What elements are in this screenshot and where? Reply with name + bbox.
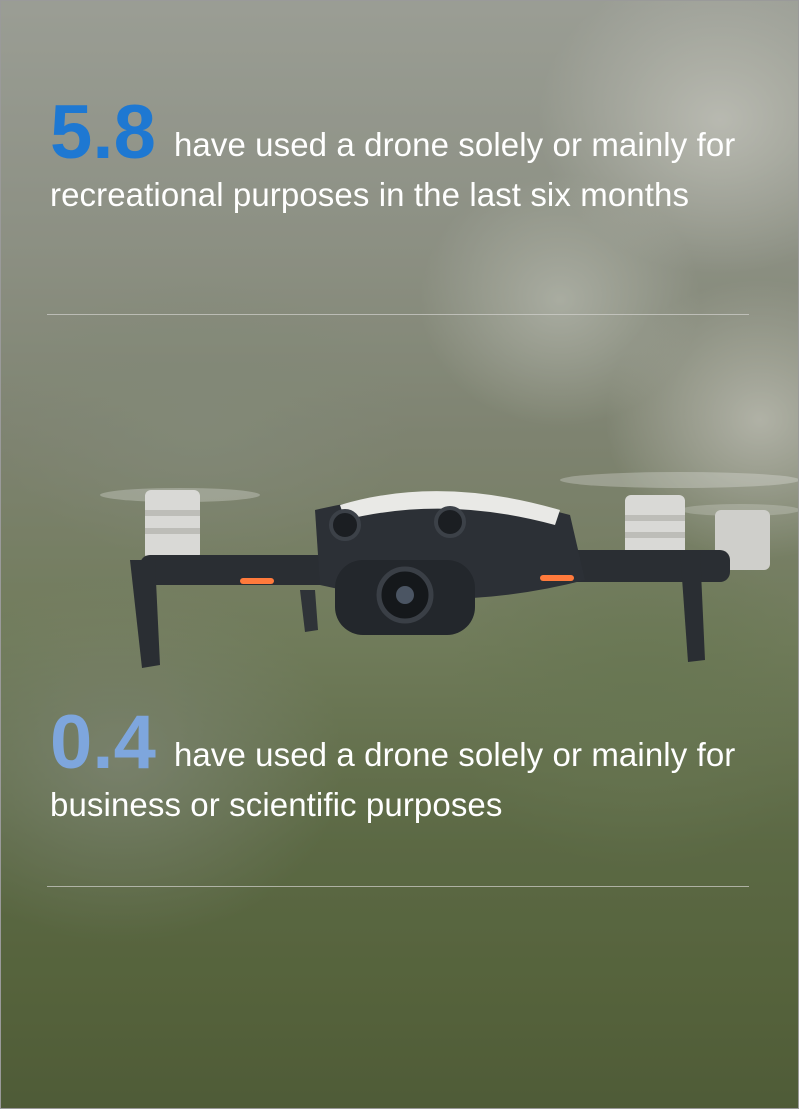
stat-business: 0.4 have used a drone solely or mainly fo…	[50, 705, 770, 830]
stat-value-recreational: 5.8	[50, 90, 156, 175]
divider	[47, 886, 749, 887]
stat-recreational: 5.8 have used a drone solely or mainly fo…	[50, 95, 750, 220]
stat-value-business: 0.4	[50, 700, 156, 785]
divider	[47, 314, 749, 315]
drone-photo	[100, 472, 799, 668]
infographic-card: 5.8 have used a drone solely or mainly fo…	[0, 0, 799, 1109]
